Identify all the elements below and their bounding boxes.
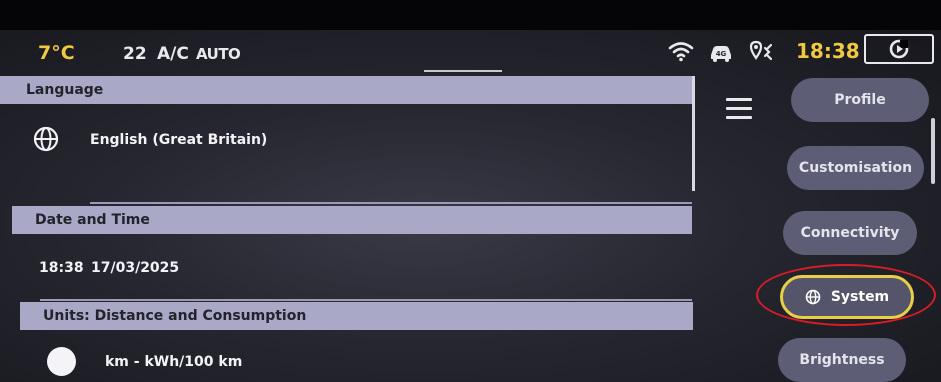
date-value: 17/03/2025 xyxy=(91,260,180,276)
brightness-button[interactable]: Brightness xyxy=(778,338,906,382)
carplay-icon xyxy=(889,39,909,59)
status-bar: 7°C 22 A/C AUTO 4G 18:38 xyxy=(0,30,941,70)
highlight-annotation-ring xyxy=(756,264,936,326)
connectivity-button-label: Connectivity xyxy=(800,225,900,241)
page-indicator xyxy=(424,70,502,72)
radio-icon[interactable] xyxy=(47,347,76,376)
globe-icon xyxy=(33,126,59,152)
fan-level[interactable]: 22 xyxy=(123,44,147,64)
language-value: English (Great Britain) xyxy=(90,132,268,148)
units-value: km - kWh/100 km xyxy=(105,354,243,370)
temperature-label[interactable]: 7°C xyxy=(38,42,75,64)
ac-button[interactable]: A/C xyxy=(157,44,189,64)
side-menu-scrollbar[interactable] xyxy=(931,118,935,184)
date-time-row[interactable]: 18:38 17/03/2025 xyxy=(0,246,690,290)
customisation-button-label: Customisation xyxy=(798,160,913,176)
infotainment-screen: 7°C 22 A/C AUTO 4G 18:38 Language Englis… xyxy=(0,30,941,382)
section-header-date-time: Date and Time xyxy=(12,206,692,234)
row-divider xyxy=(40,299,692,301)
settings-list[interactable]: Language English (Great Britain) Date an… xyxy=(0,74,700,382)
clock: 18:38 xyxy=(796,39,860,63)
section-header-language: Language xyxy=(0,76,692,104)
units-row[interactable]: km - kWh/100 km xyxy=(0,344,690,382)
location-sync-icon xyxy=(749,40,773,61)
profile-button[interactable]: Profile xyxy=(791,78,929,122)
carplay-button[interactable] xyxy=(864,34,934,64)
brightness-button-label: Brightness xyxy=(799,352,885,368)
section-header-units: Units: Distance and Consumption xyxy=(20,302,693,330)
profile-button-label: Profile xyxy=(834,92,886,108)
customisation-button[interactable]: Customisation xyxy=(787,146,924,190)
connectivity-button[interactable]: Connectivity xyxy=(783,211,917,255)
4g-car-icon: 4G xyxy=(711,46,731,62)
hamburger-icon[interactable] xyxy=(726,98,752,120)
time-value: 18:38 xyxy=(39,260,84,276)
network-label: 4G xyxy=(716,50,727,58)
auto-climate-button[interactable]: AUTO xyxy=(196,45,241,63)
language-row[interactable]: English (Great Britain) xyxy=(0,118,690,160)
list-scrollbar[interactable] xyxy=(692,76,695,191)
row-divider xyxy=(90,202,692,204)
wifi-icon xyxy=(668,42,694,62)
